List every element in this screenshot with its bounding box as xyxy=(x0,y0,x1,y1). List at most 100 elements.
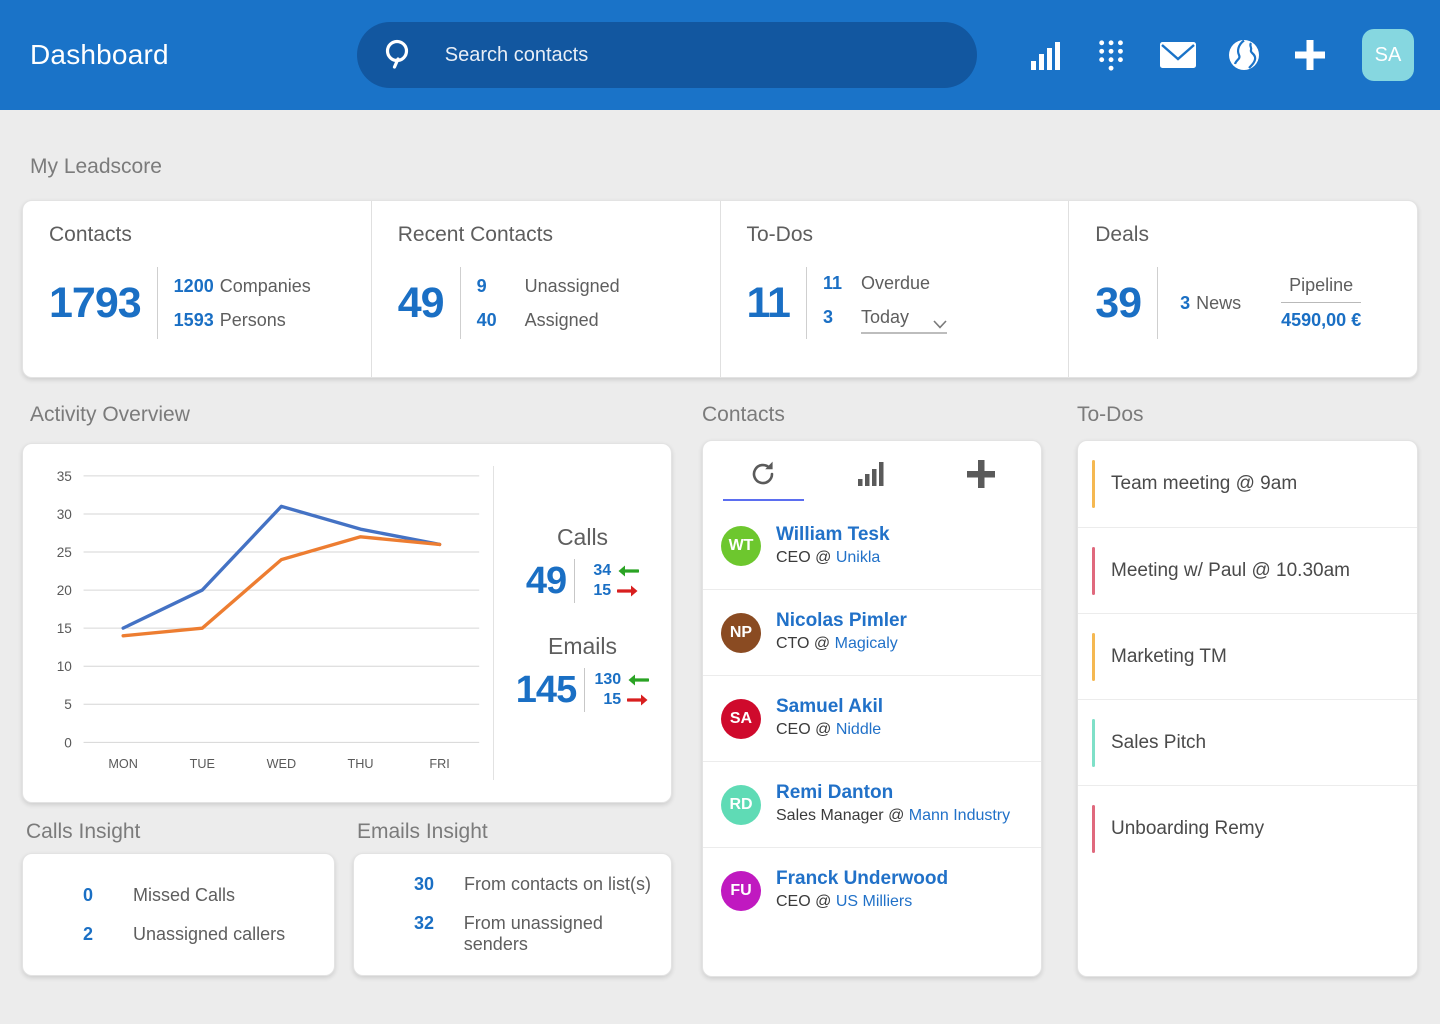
contact-role: CEO @ US Milliers xyxy=(776,891,948,913)
divider xyxy=(157,267,158,339)
todo-text: Marketing TM xyxy=(1111,646,1227,668)
leadscore-section-label: My Leadscore xyxy=(30,155,162,179)
contact-name[interactable]: Samuel Akil xyxy=(776,695,883,719)
deals-news-row: 3 News xyxy=(1180,293,1241,314)
contacts-chart-button[interactable] xyxy=(818,441,927,503)
unassigned-callers-count: 2 xyxy=(83,924,133,945)
todo-text: Team meeting @ 9am xyxy=(1111,473,1297,495)
refresh-tab-button[interactable] xyxy=(709,441,818,503)
stat-title: Deals xyxy=(1095,223,1391,247)
contact-avatar: WT xyxy=(721,526,761,566)
stat-cell-deals: Deals 39 3 News Pipeline 4590,00 € xyxy=(1068,201,1417,377)
contact-name[interactable]: Franck Underwood xyxy=(776,867,948,891)
recent-contacts-total: 49 xyxy=(398,279,444,328)
contact-list-item[interactable]: FUFranck UnderwoodCEO @ US Milliers xyxy=(703,847,1041,933)
app-header: Dashboard xyxy=(0,0,1440,110)
add-contact-button[interactable] xyxy=(926,441,1035,503)
calls-insight-card: 0 Missed Calls 2 Unassigned callers xyxy=(22,853,335,976)
leadscore-card: Contacts 1793 1200 Companies 1593 Person… xyxy=(22,200,1418,378)
emails-insight-card: 30 From contacts on list(s) 32 From unas… xyxy=(353,853,672,976)
chevron-down-icon xyxy=(933,313,947,322)
todo-list-item[interactable]: Sales Pitch xyxy=(1078,699,1417,785)
todo-text: Unboarding Remy xyxy=(1111,818,1264,840)
contact-company[interactable]: Unikla xyxy=(836,549,880,566)
calls-insight-section-label: Calls Insight xyxy=(26,820,140,844)
todo-list-item[interactable]: Team meeting @ 9am xyxy=(1078,441,1417,527)
arrow-incoming-icon xyxy=(617,564,639,578)
avatar[interactable]: SA xyxy=(1362,29,1414,81)
divider xyxy=(584,668,585,712)
bar-chart-icon[interactable] xyxy=(1026,35,1066,75)
search-bar[interactable] xyxy=(357,22,977,88)
todos-timeframe-value: Today xyxy=(861,307,909,328)
contact-name[interactable]: Remi Danton xyxy=(776,781,1010,805)
emails-from-lists-count: 30 xyxy=(414,874,464,895)
emails-unassigned-count: 32 xyxy=(414,913,464,934)
contact-list-item[interactable]: SA Samuel AkilCEO @ Niddle xyxy=(703,675,1041,761)
contact-list-item[interactable]: NPNicolas PimlerCTO @ Magicaly xyxy=(703,589,1041,675)
dialpad-icon[interactable] xyxy=(1092,35,1132,75)
svg-text:30: 30 xyxy=(57,507,72,522)
contact-name[interactable]: Nicolas Pimler xyxy=(776,609,907,633)
overdue-count: 11 xyxy=(823,273,861,294)
stat-row: 1593 Persons xyxy=(174,310,311,331)
todo-list-item[interactable]: Meeting w/ Paul @ 10.30am xyxy=(1078,527,1417,613)
calls-incoming: 34 xyxy=(583,562,611,580)
activity-line-chart: 05101520253035 MONTUEWEDTHUFRI xyxy=(23,444,493,802)
contact-role: CEO @ Unikla xyxy=(776,547,890,569)
contact-info: Remi DantonSales Manager @ Mann Industry xyxy=(776,781,1010,827)
svg-text:0: 0 xyxy=(64,735,72,750)
calls-incoming-row: 34 xyxy=(583,562,639,580)
contact-info: Samuel AkilCEO @ Niddle xyxy=(776,695,883,741)
calls-label: Calls xyxy=(526,524,639,551)
overdue-label: Overdue xyxy=(861,273,930,294)
svg-text:THU: THU xyxy=(348,756,374,771)
contacts-toolbar xyxy=(703,441,1041,503)
contact-avatar: SA xyxy=(721,699,761,739)
todo-list-item[interactable]: Marketing TM xyxy=(1078,613,1417,699)
contact-name[interactable]: William Tesk xyxy=(776,523,890,547)
emails-insight-section-label: Emails Insight xyxy=(357,820,488,844)
envelope-icon[interactable] xyxy=(1158,35,1198,75)
svg-text:20: 20 xyxy=(57,583,72,598)
contacts-section-label: Contacts xyxy=(702,403,785,427)
contact-role: CEO @ Niddle xyxy=(776,719,883,741)
pipeline-block: Pipeline 4590,00 € xyxy=(1281,275,1361,331)
unassigned-label: Unassigned xyxy=(525,276,620,297)
plus-icon[interactable] xyxy=(1290,35,1330,75)
insight-row: 32 From unassigned senders xyxy=(414,913,671,955)
unassigned-callers-label: Unassigned callers xyxy=(133,924,285,945)
todos-timeframe-select[interactable]: Today xyxy=(861,307,947,334)
divider xyxy=(806,267,807,339)
globe-icon[interactable] xyxy=(1224,35,1264,75)
contact-list-item[interactable]: WT William TeskCEO @ Unikla xyxy=(703,503,1041,589)
today-count: 3 xyxy=(823,307,861,328)
emails-from-lists-label: From contacts on list(s) xyxy=(464,874,651,895)
contact-info: William TeskCEO @ Unikla xyxy=(776,523,890,569)
calls-outgoing-row: 15 xyxy=(583,582,639,600)
stat-title: To-Dos xyxy=(747,223,1043,247)
arrow-outgoing-icon xyxy=(617,584,639,598)
todos-total: 11 xyxy=(747,279,790,328)
todo-priority-bar xyxy=(1092,633,1095,681)
stat-row: 3 Today xyxy=(823,307,947,334)
arrow-incoming-icon xyxy=(627,673,649,687)
emails-incoming: 130 xyxy=(593,671,621,689)
svg-text:MON: MON xyxy=(108,756,138,771)
contact-company[interactable]: US Milliers xyxy=(836,893,912,910)
svg-text:25: 25 xyxy=(57,545,72,560)
contact-company[interactable]: Niddle xyxy=(836,721,881,738)
search-input[interactable] xyxy=(445,44,951,67)
persons-count: 1593 xyxy=(174,310,214,331)
pipeline-value: 4590,00 € xyxy=(1281,310,1361,331)
contact-list-item[interactable]: RDRemi DantonSales Manager @ Mann Indust… xyxy=(703,761,1041,847)
todo-list-item[interactable]: Unboarding Remy xyxy=(1078,785,1417,871)
todo-priority-bar xyxy=(1092,805,1095,853)
persons-label: Persons xyxy=(220,310,286,331)
contact-company[interactable]: Mann Industry xyxy=(909,807,1010,824)
contact-company[interactable]: Magicaly xyxy=(835,635,898,652)
stat-row: 9 Unassigned xyxy=(477,276,620,297)
stat-cell-contacts: Contacts 1793 1200 Companies 1593 Person… xyxy=(23,201,371,377)
activity-section-label: Activity Overview xyxy=(30,403,190,427)
news-label: News xyxy=(1196,293,1241,314)
